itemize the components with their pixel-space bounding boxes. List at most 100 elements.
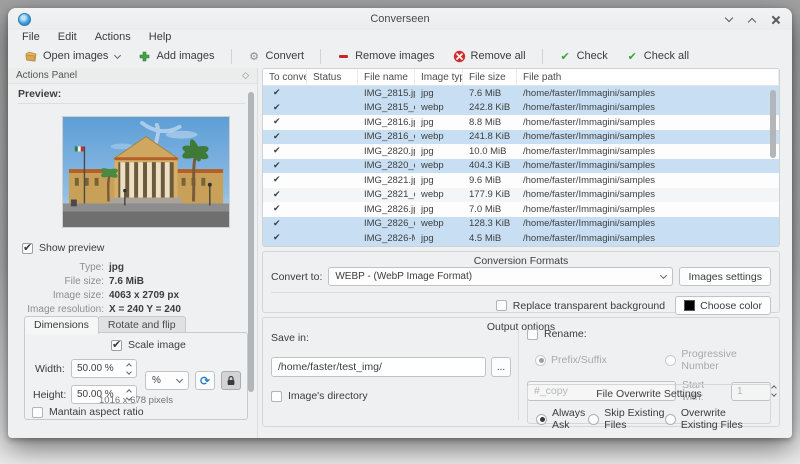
row-image-type: jpg bbox=[421, 145, 434, 157]
prefix-suffix-radio[interactable]: Prefix/Suffix bbox=[535, 348, 665, 372]
maximize-icon[interactable] bbox=[746, 13, 759, 26]
row-file-name: IMG_2816.jpg bbox=[364, 116, 415, 128]
row-checked-icon[interactable]: ✔ bbox=[263, 188, 307, 203]
row-image-type: jpg bbox=[421, 87, 434, 99]
row-checked-icon[interactable]: ✔ bbox=[263, 173, 307, 188]
titlebar[interactable]: Converseen bbox=[8, 8, 792, 30]
remove-images-button[interactable]: Remove images bbox=[330, 47, 441, 66]
spinner-arrows-icon[interactable] bbox=[771, 384, 777, 398]
row-image-type: webp bbox=[421, 160, 444, 172]
check-all-button[interactable]: ✔ Check all bbox=[619, 47, 696, 66]
table-row[interactable]: ✔ IMG_2826_co... webp 128.3 KiB /home/fa… bbox=[263, 216, 779, 232]
col-file-size[interactable]: File size bbox=[463, 69, 517, 85]
table-row[interactable]: ✔ IMG_2815_co... webp 242.8 KiB /home/fa… bbox=[263, 100, 779, 116]
table-row[interactable]: ✔ IMG_2826.jpg jpg 7.0 MiB /home/faster/… bbox=[263, 202, 779, 217]
row-file-size: 9.6 MiB bbox=[469, 174, 502, 186]
format-value: WEBP - (WebP Image Format) bbox=[335, 271, 473, 282]
row-checked-icon[interactable]: ✔ bbox=[263, 231, 307, 246]
table-scrollbar[interactable] bbox=[770, 90, 776, 158]
rename-checkbox[interactable]: Rename: bbox=[527, 328, 771, 340]
images-directory-checkbox[interactable]: Image's directory bbox=[271, 390, 511, 402]
maintain-aspect-label: Mantain aspect ratio bbox=[49, 406, 144, 418]
check-button[interactable]: ✔ Check bbox=[552, 47, 615, 66]
row-checked-icon[interactable]: ✔ bbox=[263, 159, 307, 174]
table-row[interactable]: ✔ IMG_2816.jpg jpg 8.8 MiB /home/faster/… bbox=[263, 115, 779, 130]
images-settings-button[interactable]: Images settings bbox=[679, 267, 771, 286]
row-checked-icon[interactable]: ✔ bbox=[263, 130, 307, 145]
checkbox-unchecked-icon bbox=[32, 406, 43, 418]
prefix-suffix-label: Prefix/Suffix bbox=[551, 354, 607, 366]
rename-label: Rename: bbox=[544, 328, 587, 340]
table-row[interactable]: ✔ IMG_2820.jpg jpg 10.0 MiB /home/faster… bbox=[263, 144, 779, 159]
col-to-convert[interactable]: To convert bbox=[263, 69, 307, 85]
row-file-name: IMG_2826.jpg bbox=[364, 203, 415, 215]
row-checked-icon[interactable]: ✔ bbox=[263, 115, 307, 130]
always-ask-radio[interactable]: Always Ask bbox=[536, 407, 588, 431]
progressive-number-label: Progressive Number bbox=[681, 348, 737, 372]
col-image-type[interactable]: Image type bbox=[415, 69, 463, 85]
color-swatch-icon bbox=[684, 300, 696, 311]
menu-file[interactable]: File bbox=[22, 31, 40, 43]
lock-aspect-button[interactable] bbox=[221, 371, 241, 390]
table-row[interactable]: ✔ IMG_2816_co... webp 241.8 KiB /home/fa… bbox=[263, 129, 779, 145]
overwrite-existing-radio[interactable]: Overwrite Existing Files bbox=[664, 407, 760, 431]
checkbox-unchecked-icon bbox=[495, 300, 507, 311]
chevron-down-icon bbox=[114, 51, 122, 59]
float-panel-icon[interactable]: ◇ bbox=[242, 71, 249, 81]
menu-actions[interactable]: Actions bbox=[95, 31, 131, 43]
table-row[interactable]: ✔ IMG_2826-M... jpg 4.5 MiB /home/faster… bbox=[263, 231, 779, 246]
row-checked-icon[interactable]: ✔ bbox=[263, 217, 307, 232]
preview-image bbox=[62, 116, 230, 228]
browse-button[interactable]: ... bbox=[491, 357, 511, 377]
save-path-input[interactable] bbox=[271, 357, 486, 377]
menu-help[interactable]: Help bbox=[149, 31, 172, 43]
skip-existing-radio[interactable]: Skip Existing Files bbox=[588, 407, 665, 431]
maintain-aspect-checkbox[interactable]: Mantain aspect ratio bbox=[32, 406, 144, 418]
table-row[interactable]: ✔ IMG_2815.jpg jpg 7.6 MiB /home/faster/… bbox=[263, 86, 779, 101]
replace-background-checkbox[interactable]: Replace transparent background bbox=[495, 299, 666, 312]
scale-image-checkbox[interactable]: Scale image bbox=[111, 338, 186, 351]
info-type-value: jpg bbox=[109, 262, 124, 273]
row-status bbox=[307, 217, 358, 232]
progressive-number-radio[interactable]: Progressive Number bbox=[665, 348, 771, 372]
toolbar-separator bbox=[320, 48, 322, 64]
remove-all-button[interactable]: Remove all bbox=[446, 47, 533, 66]
col-file-name[interactable]: File name bbox=[358, 69, 415, 85]
choose-color-label: Choose color bbox=[700, 299, 762, 312]
add-images-button[interactable]: Add images bbox=[131, 47, 221, 66]
format-combobox[interactable]: WEBP - (WebP Image Format) bbox=[328, 267, 674, 286]
table-row[interactable]: ✔ IMG_2821_co... webp 177.9 KiB /home/fa… bbox=[263, 187, 779, 203]
divider bbox=[18, 103, 245, 104]
replace-background-label: Replace transparent background bbox=[512, 299, 666, 312]
unit-combobox[interactable]: % bbox=[145, 371, 189, 390]
row-checked-icon[interactable]: ✔ bbox=[263, 86, 307, 101]
row-checked-icon[interactable]: ✔ bbox=[263, 101, 307, 116]
minimize-icon[interactable] bbox=[723, 13, 736, 26]
row-status bbox=[307, 231, 358, 246]
open-images-button[interactable]: Open images bbox=[18, 47, 127, 66]
width-spinner[interactable] bbox=[71, 359, 137, 378]
panel-scrollbar[interactable] bbox=[248, 92, 254, 392]
row-file-size: 177.9 KiB bbox=[469, 189, 511, 201]
table-row[interactable]: ✔ IMG_2820_co... webp 404.3 KiB /home/fa… bbox=[263, 158, 779, 174]
refresh-button[interactable]: ⟳ bbox=[195, 371, 215, 390]
file-table[interactable]: To convert Status File name Image type F… bbox=[262, 68, 780, 247]
convert-button[interactable]: ⚙ Convert bbox=[241, 47, 312, 66]
tab-dimensions[interactable]: Dimensions bbox=[24, 316, 99, 334]
result-pixels-label: 1016 x 678 pixels bbox=[99, 395, 173, 406]
close-icon[interactable] bbox=[769, 13, 782, 26]
row-checked-icon[interactable]: ✔ bbox=[263, 144, 307, 159]
row-checked-icon[interactable]: ✔ bbox=[263, 202, 307, 217]
desktop-background: Converseen File Edit Actions Help Open i… bbox=[0, 0, 800, 464]
table-row[interactable]: ✔ IMG_2821.jpg jpg 9.6 MiB /home/faster/… bbox=[263, 173, 779, 188]
choose-color-button[interactable]: Choose color bbox=[675, 296, 771, 315]
menu-edit[interactable]: Edit bbox=[58, 31, 77, 43]
spinner-arrows-icon[interactable] bbox=[122, 362, 136, 376]
row-image-type: webp bbox=[421, 131, 444, 143]
width-input[interactable] bbox=[72, 363, 122, 374]
row-file-name: IMG_2820.jpg bbox=[364, 145, 415, 157]
col-status[interactable]: Status bbox=[307, 69, 358, 85]
ellipsis-icon: ... bbox=[496, 361, 506, 373]
show-preview-checkbox[interactable]: Show preview bbox=[22, 241, 104, 254]
col-file-path[interactable]: File path bbox=[517, 69, 779, 85]
